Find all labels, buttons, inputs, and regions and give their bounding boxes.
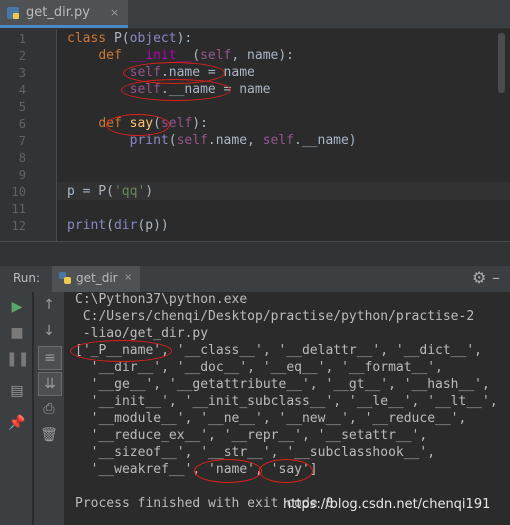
annotation-ellipse bbox=[194, 459, 262, 483]
python-icon bbox=[59, 272, 71, 284]
code-editor[interactable]: 1 2 3 4 5 6 7 8 9 10 11 12 class P(objec… bbox=[0, 29, 510, 241]
line-number: 1 bbox=[18, 32, 26, 46]
keyword: class bbox=[67, 31, 107, 46]
editor-tab-title: get_dir.py bbox=[26, 5, 90, 20]
line-number: 3 bbox=[18, 66, 26, 80]
line-number: 11 bbox=[11, 202, 26, 216]
run-tab-title: get_dir bbox=[76, 271, 118, 285]
magic-method: __init__ bbox=[129, 48, 193, 63]
close-icon[interactable]: × bbox=[124, 272, 132, 283]
run-tab-get-dir[interactable]: get_dir × bbox=[52, 266, 140, 292]
console-output-line: '__reduce_ex__', '__repr__', '__setattr_… bbox=[75, 428, 428, 443]
line-number: 6 bbox=[18, 117, 26, 131]
console-output-line: '__ge__', '__getattribute__', '__gt__', … bbox=[75, 377, 490, 392]
editor-scrollbar[interactable] bbox=[498, 33, 505, 93]
code-line: class P(object): bbox=[67, 31, 193, 46]
run-actions-column: ▶ ■ ❚❚ ▤ 📌 bbox=[0, 292, 32, 525]
line-number: 4 bbox=[18, 83, 26, 97]
code-line: p = P('qq') bbox=[67, 184, 154, 199]
panel-divider[interactable] bbox=[0, 241, 510, 268]
close-icon[interactable]: × bbox=[110, 6, 119, 19]
pause-icon[interactable]: ❚❚ bbox=[6, 348, 29, 370]
annotation-ellipse bbox=[259, 459, 313, 483]
line-number: 8 bbox=[18, 151, 26, 165]
print-icon[interactable]: ⎙ bbox=[38, 398, 60, 420]
minimize-icon[interactable]: – bbox=[492, 268, 500, 287]
console-output-line: C:\Python37\python.exe bbox=[75, 292, 248, 307]
console-actions-column: ↑ ↓ ≡ ⇊ ⎙ 🗑 bbox=[34, 292, 64, 525]
pin-icon[interactable]: 📌 bbox=[6, 412, 28, 434]
self-param: self bbox=[200, 48, 232, 63]
line-number: 10 bbox=[11, 185, 26, 199]
run-console[interactable]: ▶ ■ ❚❚ ▤ 📌 ↑ ↓ ≡ ⇊ ⎙ 🗑 C:\Python37\pytho… bbox=[0, 292, 510, 525]
python-file-icon bbox=[7, 7, 19, 19]
console-output-line: C:/Users/chenqi/Desktop/practise/python/… bbox=[75, 309, 475, 324]
annotation-ellipse bbox=[121, 79, 231, 101]
self-param: self bbox=[176, 133, 208, 148]
code-line: print(self.name, self.__name) bbox=[129, 133, 357, 148]
builtin: object bbox=[129, 31, 177, 46]
console-output-line: -liao/get_dir.py bbox=[75, 326, 209, 341]
run-toolbar: Run: get_dir × ⚙ – bbox=[0, 266, 510, 293]
up-arrow-icon[interactable]: ↑ bbox=[38, 294, 60, 316]
watermark-text: https://blog.csdn.net/chenqi191 bbox=[283, 497, 491, 512]
annotation-ellipse bbox=[70, 340, 172, 362]
console-output-line: '__sizeof__', '__str__', '__subclasshook… bbox=[75, 445, 436, 460]
annotation-ellipse bbox=[106, 114, 170, 136]
gear-icon[interactable]: ⚙ bbox=[472, 268, 486, 287]
console-output-line: '__dir__', '__doc__', '__eq__', '__forma… bbox=[75, 360, 443, 375]
code-line: def __init__(self, name): bbox=[98, 48, 295, 63]
builtin: dir bbox=[113, 218, 138, 233]
console-output-line: '__init__', '__init_subclass__', '__le__… bbox=[75, 394, 498, 409]
soft-wrap-icon[interactable]: ≡ bbox=[38, 346, 62, 370]
line-number: 5 bbox=[18, 100, 26, 114]
editor-tab-get-dir[interactable]: get_dir.py × bbox=[0, 0, 128, 28]
scroll-to-end-icon[interactable]: ⇊ bbox=[38, 372, 62, 396]
code-line: print(dir(p)) bbox=[67, 218, 169, 233]
run-label: Run: bbox=[13, 271, 41, 285]
line-number: 12 bbox=[11, 219, 26, 233]
builtin: print bbox=[67, 218, 107, 233]
down-arrow-icon[interactable]: ↓ bbox=[38, 320, 60, 342]
line-number-gutter: 1 2 3 4 5 6 7 8 9 10 11 12 bbox=[0, 29, 57, 241]
editor-tab-bar: get_dir.py × bbox=[0, 0, 510, 29]
run-icon[interactable]: ▶ bbox=[6, 296, 28, 318]
line-number: 2 bbox=[18, 49, 26, 63]
keyword: def bbox=[98, 48, 122, 63]
delete-icon[interactable]: 🗑 bbox=[38, 424, 60, 446]
line-number: 9 bbox=[18, 168, 26, 182]
string-literal: 'qq' bbox=[113, 184, 146, 199]
line-number: 7 bbox=[18, 134, 26, 148]
console-output-line: '__module__', '__ne__', '__new__', '__re… bbox=[75, 411, 467, 426]
self-param: self bbox=[262, 133, 295, 148]
stop-icon[interactable]: ■ bbox=[6, 322, 28, 344]
layout-icon[interactable]: ▤ bbox=[6, 380, 28, 402]
